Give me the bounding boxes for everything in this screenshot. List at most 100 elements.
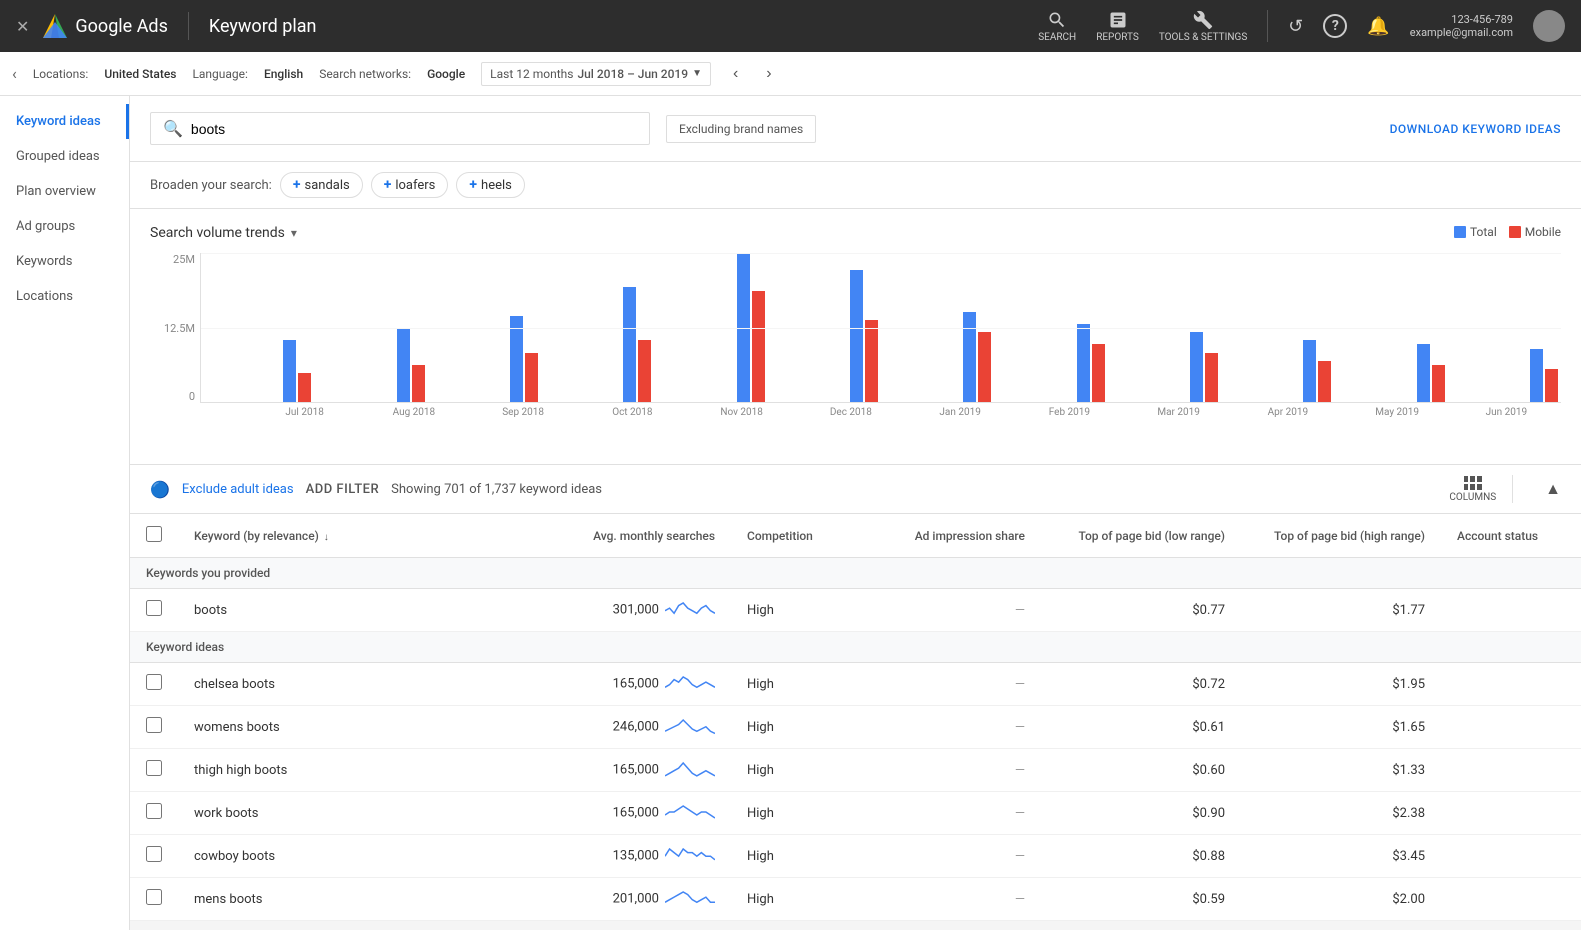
idea-row-bid-high-cell: $1.33 <box>1241 749 1441 792</box>
idea-bid-high-value: $2.38 <box>1392 806 1425 821</box>
chart-wrapper: 25M 12.5M 0 Jul 2018Aug 2018Sep 2018Oct … <box>150 253 1561 448</box>
sidebar-item-keywords[interactable]: Keywords <box>0 244 129 279</box>
ad-impression-value: — <box>1015 603 1025 618</box>
secondary-navigation: ‹ Locations: United States Language: Eng… <box>0 52 1581 96</box>
broaden-tag-sandals[interactable]: + sandals <box>280 172 363 198</box>
mobile-bar-0 <box>298 373 311 402</box>
broaden-tag-heels[interactable]: + heels <box>456 172 524 198</box>
sidebar-item-locations[interactable]: Locations <box>0 279 129 314</box>
idea-row-bid-high-cell: $2.38 <box>1241 792 1441 835</box>
sparkline-icon <box>665 802 715 824</box>
sidebar-item-ad-groups[interactable]: Ad groups <box>0 209 129 244</box>
idea-row-keyword-cell: chelsea boots <box>178 663 511 706</box>
sparkline-icon <box>665 759 715 781</box>
help-button[interactable]: ? <box>1323 14 1347 38</box>
sidebar-item-plan-overview[interactable]: Plan overview <box>0 174 129 209</box>
th-ad-impression[interactable]: Ad impression share <box>881 514 1041 558</box>
idea-row-account-status-cell <box>1441 706 1581 749</box>
chart-header-row: Search volume trends ▾ Total Mobile <box>150 225 1561 241</box>
idea-row-checkbox-0[interactable] <box>146 674 162 690</box>
download-keyword-ideas-button[interactable]: DOWNLOAD KEYWORD IDEAS <box>1390 122 1561 136</box>
sidebar-collapse-button[interactable]: ‹ <box>12 64 17 83</box>
filter-section: 🔵 Exclude adult ideas ADD FILTER Showing… <box>130 465 1581 514</box>
idea-row-avg-searches-cell: 165,000 <box>511 749 731 792</box>
notifications-button[interactable]: 🔔 <box>1367 16 1389 37</box>
y-label-0: 0 <box>150 390 195 403</box>
x-label-10: May 2019 <box>1343 403 1452 418</box>
th-top-bid-low[interactable]: Top of page bid (low range) <box>1041 514 1241 558</box>
tools-nav-button[interactable]: TOOLS & SETTINGS <box>1159 10 1247 43</box>
total-bar-2 <box>510 316 523 402</box>
search-nav-button[interactable]: SEARCH <box>1038 10 1076 43</box>
idea-avg-searches-value: 201,000 <box>613 891 659 906</box>
x-label-9: Apr 2019 <box>1233 403 1342 418</box>
date-range-value: Jul 2018 – Jun 2019 <box>577 67 688 81</box>
bid-high-value: $1.77 <box>1392 603 1425 618</box>
x-label-0: Jul 2018 <box>250 403 359 418</box>
total-bar-3 <box>623 287 636 402</box>
idea-competition-value: High <box>747 677 774 692</box>
exclude-adult-ideas-link[interactable]: Exclude adult ideas <box>182 482 294 497</box>
refresh-button[interactable]: ↺ <box>1288 16 1303 37</box>
date-range-selector[interactable]: Last 12 months Jul 2018 – Jun 2019 ▼ <box>481 62 711 86</box>
idea-row-checkbox-1[interactable] <box>146 717 162 733</box>
row-bid-high-cell: $1.77 <box>1241 589 1441 632</box>
idea-bid-low-value: $0.88 <box>1192 849 1225 864</box>
total-bar-1 <box>397 328 410 402</box>
idea-ad-impression-value: — <box>1015 892 1025 907</box>
sidebar-item-grouped-ideas[interactable]: Grouped ideas <box>0 139 129 174</box>
filter-icon: 🔵 <box>150 480 170 499</box>
x-label-3: Oct 2018 <box>578 403 687 418</box>
idea-keyword-label: womens boots <box>194 720 280 735</box>
sidebar-item-keyword-ideas[interactable]: Keyword ideas <box>0 104 129 139</box>
avatar[interactable] <box>1533 10 1565 42</box>
idea-row-account-status-cell <box>1441 878 1581 921</box>
th-keyword[interactable]: Keyword (by relevance) ↓ <box>178 514 511 558</box>
close-icon[interactable]: ✕ <box>16 17 29 36</box>
excluding-brand-label: Excluding brand names <box>666 115 816 143</box>
date-prev-button[interactable]: ‹ <box>727 63 744 85</box>
col2 <box>1470 476 1475 482</box>
th-avg-searches[interactable]: Avg. monthly searches <box>511 514 731 558</box>
columns-label: COLUMNS <box>1449 492 1496 503</box>
idea-competition-value: High <box>747 806 774 821</box>
select-all-checkbox[interactable] <box>146 526 162 542</box>
keyword-search-input[interactable] <box>191 121 637 137</box>
top-nav-right: SEARCH REPORTS TOOLS & SETTINGS ↺ ? 🔔 12… <box>1038 10 1565 43</box>
bid-low-value: $0.77 <box>1192 603 1225 618</box>
broaden-label: Broaden your search: <box>150 178 272 193</box>
ideas-section-header: Keyword ideas <box>130 632 1581 663</box>
th-competition[interactable]: Competition <box>731 514 881 558</box>
y-axis-labels: 25M 12.5M 0 <box>150 253 195 403</box>
date-next-button[interactable]: › <box>760 63 777 85</box>
columns-button[interactable]: COLUMNS <box>1449 476 1496 503</box>
add-filter-button[interactable]: ADD FILTER <box>306 482 380 497</box>
content-area: 🔍 Excluding brand names DOWNLOAD KEYWORD… <box>130 96 1581 930</box>
idea-row-checkbox-3[interactable] <box>146 803 162 819</box>
idea-row-bid-high-cell: $3.45 <box>1241 835 1441 878</box>
idea-row-checkbox-5[interactable] <box>146 889 162 905</box>
idea-row-keyword-cell: womens boots <box>178 706 511 749</box>
ideas-section-label: Keyword ideas <box>130 632 1581 663</box>
idea-row-checkbox-4[interactable] <box>146 846 162 862</box>
total-bar-10 <box>1417 344 1430 402</box>
chart-dropdown-icon[interactable]: ▾ <box>291 226 297 240</box>
row-checkbox-0[interactable] <box>146 600 162 616</box>
bars-area <box>200 253 1561 403</box>
total-bar-7 <box>1077 324 1090 402</box>
idea-row-checkbox-2[interactable] <box>146 760 162 776</box>
idea-row-bid-high-cell: $1.95 <box>1241 663 1441 706</box>
reports-nav-button[interactable]: REPORTS <box>1096 10 1139 43</box>
top-navigation: ✕ Google Ads Keyword plan SEARCH REPORTS… <box>0 0 1581 52</box>
mobile-bar-9 <box>1318 361 1331 402</box>
plus-icon-3: + <box>469 177 477 193</box>
mobile-bar-11 <box>1545 369 1558 402</box>
date-period-label: Last 12 months <box>490 67 573 81</box>
broaden-tag-loafers[interactable]: + loafers <box>371 172 449 198</box>
idea-row-ad-impression-cell: — <box>881 663 1041 706</box>
collapse-table-button[interactable]: ▲ <box>1545 479 1561 499</box>
th-account-status[interactable]: Account status <box>1441 514 1581 558</box>
total-bar-9 <box>1303 340 1316 402</box>
th-top-bid-high[interactable]: Top of page bid (high range) <box>1241 514 1441 558</box>
th-top-bid-low-label: Top of page bid (low range) <box>1078 529 1225 543</box>
